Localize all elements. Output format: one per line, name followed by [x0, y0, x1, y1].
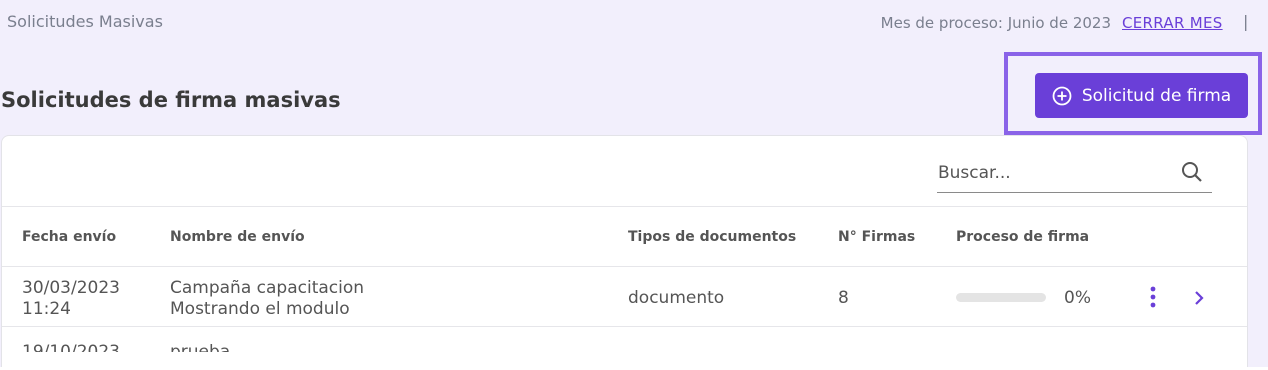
- column-header-signatures[interactable]: N° Firmas: [838, 229, 915, 245]
- new-request-label: Solicitud de firma: [1081, 85, 1232, 106]
- header-separator: |: [1243, 12, 1249, 31]
- chevron-right-icon[interactable]: [1189, 288, 1209, 308]
- row-date: 30/03/2023: [22, 278, 120, 298]
- column-header-doc-types[interactable]: Tipos de documentos: [628, 229, 796, 245]
- divider: [2, 326, 1247, 327]
- page-title: Solicitudes de firma masivas: [1, 88, 341, 112]
- more-options-icon[interactable]: [1142, 285, 1164, 309]
- plus-circle-icon: [1052, 86, 1072, 105]
- row-doc-type: documento: [628, 288, 725, 308]
- process-month-label: Mes de proceso: Junio de 2023: [880, 14, 1111, 32]
- divider: [2, 266, 1247, 267]
- close-month-link[interactable]: CERRAR MES: [1122, 14, 1223, 32]
- row-name: Campaña capacitacion: [170, 278, 365, 298]
- row-time: 11:24: [22, 299, 71, 319]
- row-description: Mostrando el modulo: [170, 299, 350, 319]
- search-icon[interactable]: [1180, 160, 1204, 184]
- requests-card: Fecha envío Nombre de envío Tipos de doc…: [1, 135, 1248, 370]
- table-row[interactable]: 19/10/2023 prueba: [2, 342, 1247, 352]
- row-date: 19/10/2023: [22, 342, 120, 352]
- breadcrumb[interactable]: Solicitudes Masivas: [7, 12, 163, 31]
- column-header-date[interactable]: Fecha envío: [22, 229, 116, 245]
- column-header-progress[interactable]: Proceso de firma: [956, 229, 1089, 245]
- column-header-name[interactable]: Nombre de envío: [170, 229, 305, 245]
- new-signature-request-button[interactable]: Solicitud de firma: [1035, 73, 1248, 118]
- top-bar: Solicitudes Masivas Mes de proceso: Juni…: [0, 0, 1268, 46]
- search-input[interactable]: [938, 160, 1168, 186]
- progress-bar: [956, 293, 1046, 302]
- search-box: [937, 156, 1212, 193]
- progress-label: 0%: [1064, 288, 1091, 308]
- row-signatures: 8: [838, 288, 849, 308]
- row-name: prueba: [170, 342, 231, 352]
- divider: [2, 206, 1247, 207]
